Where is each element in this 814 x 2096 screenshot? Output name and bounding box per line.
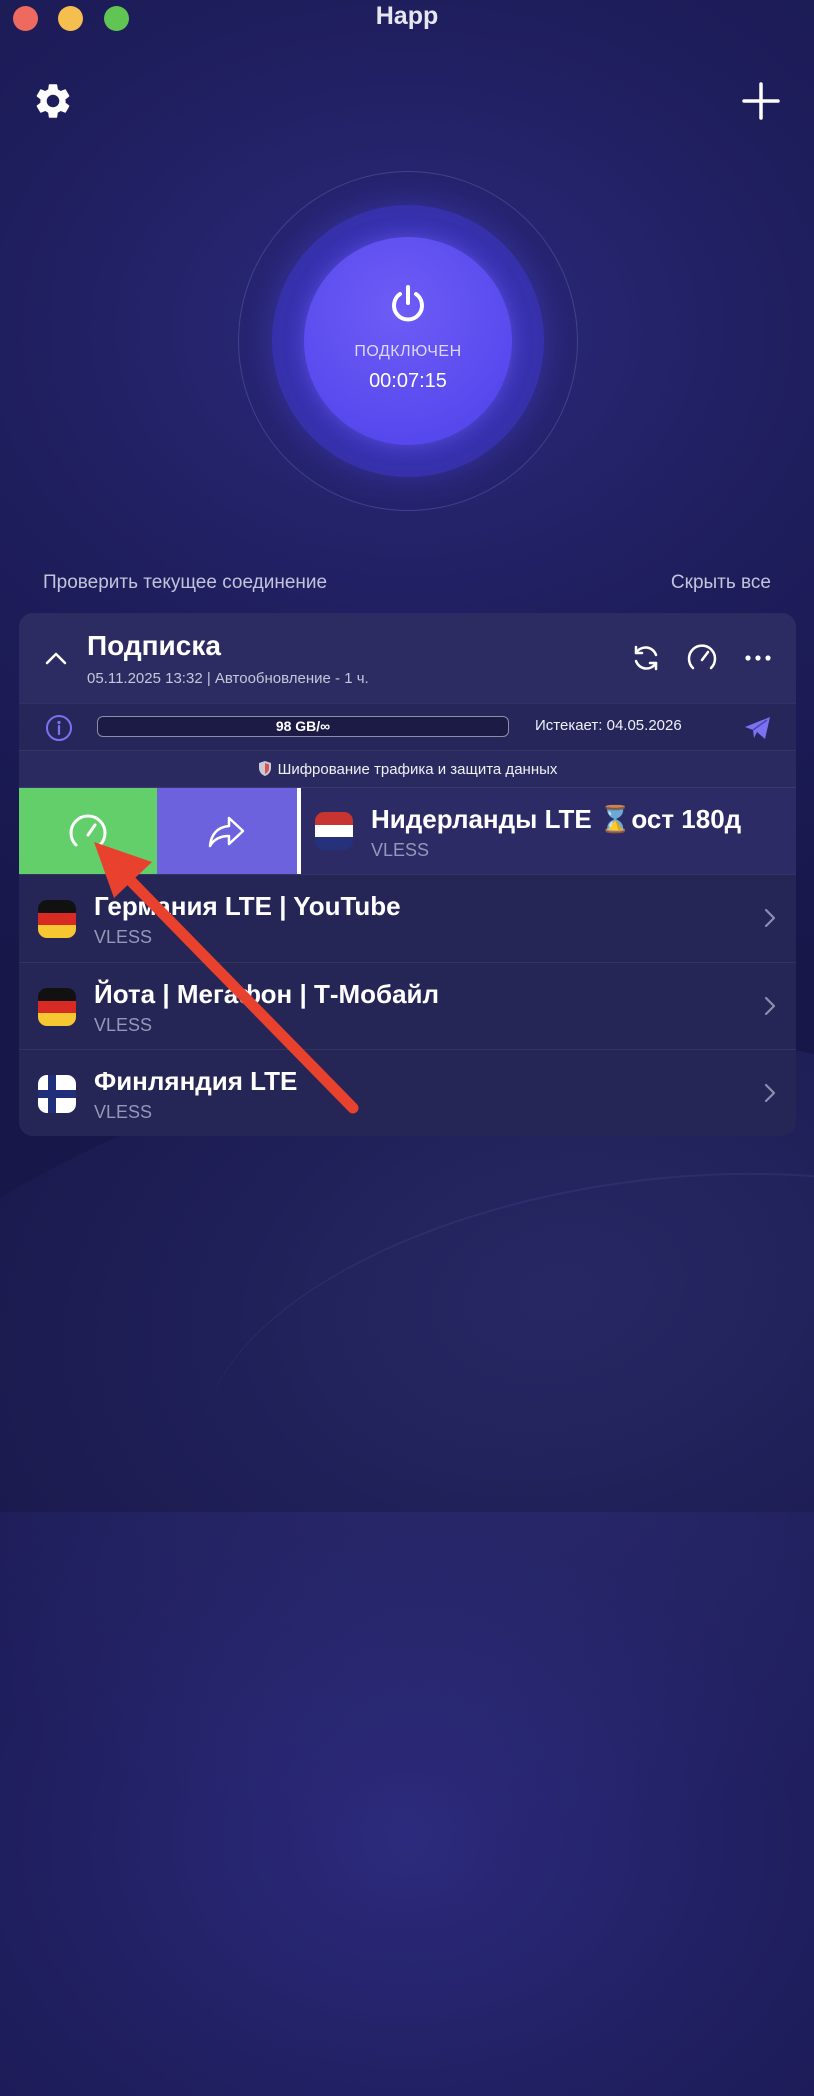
encryption-note: Шифрование трафика и защита данных <box>19 750 796 788</box>
row-divider <box>297 788 301 875</box>
quota-label: 98 GB/∞ <box>275 718 331 734</box>
check-connection-link[interactable]: Проверить текущее соединение <box>43 572 327 594</box>
telegram-icon[interactable] <box>743 715 773 741</box>
share-button[interactable] <box>157 788 297 875</box>
chevron-up-icon[interactable] <box>43 648 69 670</box>
quota-progress-bar: 98 GB/∞ <box>97 716 509 737</box>
speedometer-icon[interactable] <box>685 641 719 675</box>
server-row[interactable]: Финляндия LTE VLESS <box>19 1049 796 1136</box>
germany-flag-icon <box>38 988 76 1026</box>
subscription-title: Подписка <box>87 630 221 661</box>
connection-timer: 00:07:15 <box>369 370 447 392</box>
speed-test-button[interactable] <box>19 788 157 875</box>
server-protocol: VLESS <box>94 1102 153 1122</box>
plus-icon[interactable] <box>740 80 782 122</box>
more-options-icon[interactable] <box>741 641 775 675</box>
subscription-header[interactable]: Подписка 05.11.2025 13:32 | Автообновлен… <box>19 613 796 703</box>
chevron-right-icon[interactable] <box>763 907 777 929</box>
subscription-updated: 05.11.2025 13:32 | Автообновление - 1 ч. <box>87 670 369 687</box>
server-protocol: VLESS <box>94 1015 153 1035</box>
server-protocol: VLESS <box>94 927 153 947</box>
connection-status: ПОДКЛЮЧЕН <box>354 343 462 360</box>
share-arrow-icon <box>208 816 245 847</box>
window-title: Happ <box>375 2 439 30</box>
chevron-right-icon[interactable] <box>763 995 777 1017</box>
subscription-info-row: 98 GB/∞ Истекает: 04.05.2026 <box>19 703 796 751</box>
server-row-active[interactable]: Нидерланды LTE ⌛ост 180д VLESS <box>19 787 796 875</box>
server-name: Йота | Мегафон | Т-Мобайл <box>94 979 440 1009</box>
expiry-date: Истекает: 04.05.2026 <box>535 717 682 734</box>
server-name: Германия LTE | YouTube <box>94 891 401 921</box>
power-icon <box>392 285 424 322</box>
finland-flag-icon <box>38 1075 76 1113</box>
server-row[interactable]: Йота | Мегафон | Т-Мобайл VLESS <box>19 962 796 1050</box>
gear-icon[interactable] <box>32 80 74 122</box>
server-name: Нидерланды LTE ⌛ост 180д <box>371 804 742 834</box>
chevron-right-icon[interactable] <box>763 1082 777 1104</box>
germany-flag-icon <box>38 900 76 938</box>
server-row[interactable]: Германия LTE | YouTube VLESS <box>19 874 796 962</box>
subscription-card: Подписка 05.11.2025 13:32 | Автообновлен… <box>19 613 796 1136</box>
encryption-note-text: Шифрование трафика и защита данных <box>277 761 558 778</box>
speedometer-icon <box>69 813 107 846</box>
hide-all-link[interactable]: Скрыть все <box>671 572 771 594</box>
server-name: Финляндия LTE <box>94 1066 298 1096</box>
server-protocol: VLESS <box>371 840 430 860</box>
power-button[interactable] <box>304 237 512 445</box>
refresh-icon[interactable] <box>629 641 663 675</box>
info-icon[interactable] <box>45 714 73 742</box>
shield-icon <box>258 761 271 776</box>
background-curve <box>175 1119 814 1663</box>
netherlands-flag-icon <box>315 812 353 850</box>
